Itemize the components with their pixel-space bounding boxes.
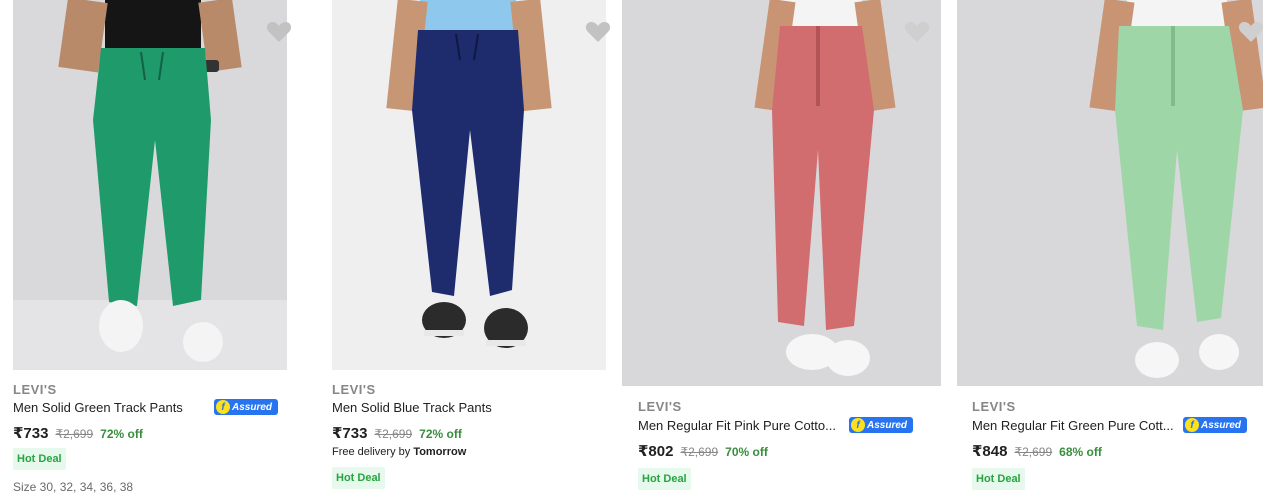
assured-label: Assured — [1201, 419, 1242, 431]
delivery-day: Tomorrow — [413, 446, 467, 458]
product-image[interactable] — [332, 0, 606, 370]
product-title[interactable]: Men Regular Fit Green Pure Cott... — [972, 418, 1180, 433]
hot-deal-badge: Hot Deal — [972, 468, 1025, 490]
assured-label: Assured — [867, 419, 908, 431]
original-price: ₹2,699 — [680, 445, 719, 459]
product-brand: LEVI'S — [332, 382, 376, 397]
assured-label: Assured — [232, 401, 273, 413]
discount: 72% off — [100, 427, 143, 441]
selling-price: ₹733 — [332, 425, 368, 442]
product-title[interactable]: Men Solid Green Track Pants — [13, 400, 203, 415]
wishlist-heart-icon[interactable] — [585, 20, 611, 44]
selling-price: ₹733 — [13, 425, 49, 442]
assured-badge: f Assured — [849, 417, 914, 433]
wishlist-heart-icon[interactable] — [266, 20, 292, 44]
selling-price: ₹802 — [638, 443, 674, 460]
product-brand: LEVI'S — [13, 382, 57, 397]
original-price: ₹2,699 — [374, 427, 413, 441]
price-row: ₹848 ₹2,699 68% off — [972, 442, 1102, 460]
assured-f-icon: f — [1185, 418, 1199, 432]
price-row: ₹802 ₹2,699 70% off — [638, 442, 768, 460]
hot-deal-badge: Hot Deal — [13, 448, 66, 470]
delivery-prefix: Free delivery by — [332, 446, 414, 458]
original-price: ₹2,699 — [1014, 445, 1053, 459]
delivery-info: Free delivery by Tomorrow — [332, 446, 466, 458]
product-title[interactable]: Men Solid Blue Track Pants — [332, 400, 552, 415]
product-image[interactable] — [957, 0, 1263, 386]
discount: 68% off — [1059, 445, 1102, 459]
assured-f-icon: f — [851, 418, 865, 432]
assured-badge: f Assured — [214, 399, 279, 415]
hot-deal-badge: Hot Deal — [332, 467, 385, 489]
product-brand: LEVI'S — [972, 399, 1016, 414]
assured-f-icon: f — [216, 400, 230, 414]
price-row: ₹733 ₹2,699 72% off — [332, 424, 462, 442]
discount: 70% off — [725, 445, 768, 459]
selling-price: ₹848 — [972, 443, 1008, 460]
wishlist-heart-icon[interactable] — [1238, 20, 1264, 44]
product-image[interactable] — [622, 0, 941, 386]
original-price: ₹2,699 — [55, 427, 94, 441]
product-image[interactable] — [13, 0, 287, 370]
discount: 72% off — [419, 427, 462, 441]
product-brand: LEVI'S — [638, 399, 682, 414]
price-row: ₹733 ₹2,699 72% off — [13, 424, 143, 442]
assured-badge: f Assured — [1183, 417, 1248, 433]
hot-deal-badge: Hot Deal — [638, 468, 691, 490]
wishlist-heart-icon[interactable] — [904, 20, 930, 44]
product-title[interactable]: Men Regular Fit Pink Pure Cotto... — [638, 418, 846, 433]
